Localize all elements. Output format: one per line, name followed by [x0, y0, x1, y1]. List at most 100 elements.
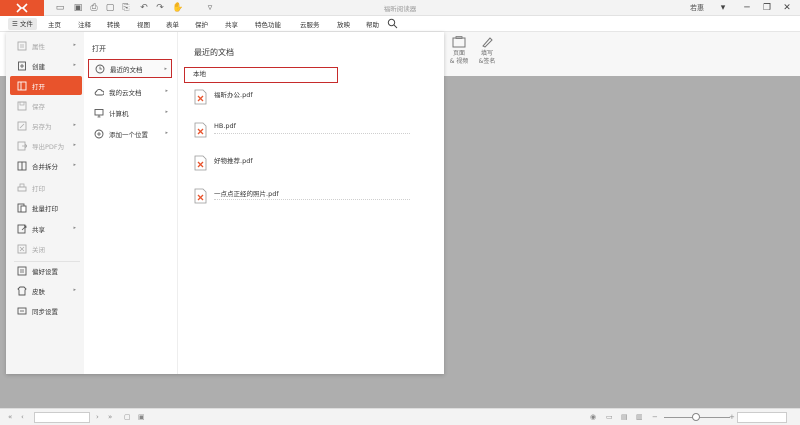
minimize-icon[interactable]: ─ [740, 1, 754, 15]
zoom-in-icon[interactable]: + [729, 413, 735, 421]
eye-icon[interactable]: ◉ [590, 413, 596, 421]
file-menu-batch-print[interactable]: 批量打印 [10, 198, 82, 217]
clock-icon [95, 64, 105, 73]
foxit-logo-icon [16, 3, 28, 13]
open-recent-documents[interactable]: 最近的文档 ▸ [88, 59, 172, 78]
skin-icon [17, 286, 27, 295]
chevron-right-icon: ▸ [73, 225, 76, 231]
export-icon[interactable]: ⎘ [120, 2, 132, 14]
page-video-button[interactable]: 页面 & 视频 [446, 36, 472, 66]
file-menu-close[interactable]: 关闭 [10, 239, 82, 258]
file-menu-export-pdf[interactable]: 导出PDF为 ▸ [10, 136, 82, 155]
doc-name: 一点点正经的照片.pdf [214, 190, 279, 198]
hand-tool-icon[interactable]: ✋ [172, 2, 184, 14]
menu-cloud[interactable]: 云服务 [300, 19, 320, 29]
doc-name: HB.pdf [214, 122, 236, 130]
reflow-icon[interactable]: ▥ [636, 413, 643, 421]
fit-width-icon[interactable]: ▤ [621, 413, 628, 421]
chevron-right-icon: ▸ [73, 142, 76, 148]
save-as-icon [17, 121, 27, 130]
menu-view[interactable]: 视图 [137, 19, 150, 29]
open-my-cloud[interactable]: 我的云文档 ▸ [88, 82, 172, 101]
search-icon[interactable] [387, 18, 398, 29]
zoom-level-input[interactable] [737, 412, 787, 423]
close-icon [17, 244, 27, 253]
menu-convert[interactable]: 转换 [107, 19, 120, 29]
undo-icon[interactable]: ↶ [138, 2, 150, 14]
recent-doc-item[interactable]: 好物推荐.pdf [194, 155, 434, 181]
file-menu-properties[interactable]: 属性 ▸ [10, 36, 82, 55]
menu-share[interactable]: 共享 [225, 19, 238, 29]
recent-doc-item[interactable]: 福昕办公.pdf [194, 89, 434, 115]
redo-icon[interactable]: ↷ [154, 2, 166, 14]
chevron-right-icon: ▸ [73, 42, 76, 48]
folder-open-icon[interactable]: ▭ [54, 2, 66, 14]
file-menu-skin[interactable]: 皮肤 ▸ [10, 281, 82, 300]
open-computer[interactable]: 计算机 ▸ [88, 103, 172, 122]
open-submenu: 打开 最近的文档 ▸ 我的云文档 ▸ 计算机 ▸ 添加一个位置 ▸ [84, 32, 178, 374]
file-menu-create[interactable]: 创建 ▸ [10, 56, 82, 75]
file-menu-label: 同步设置 [32, 307, 58, 316]
first-page-icon[interactable]: « [8, 413, 12, 421]
open-heading: 打开 [92, 45, 106, 53]
print-icon [17, 183, 27, 191]
fit-page-icon[interactable]: ▭ [606, 413, 613, 421]
recent-doc-item[interactable]: HB.pdf [194, 122, 434, 148]
menu-home[interactable]: 主页 [48, 19, 61, 29]
new-file-icon[interactable]: ▢ [104, 2, 116, 14]
merge-split-icon [17, 161, 27, 170]
restore-icon[interactable]: ❐ [760, 1, 774, 15]
last-page-icon[interactable]: » [108, 413, 112, 421]
title-bar: ▭ ▣ ⎙ ▢ ⎘ ↶ ↷ ✋ ▿ 福昕阅读器 若惠 ▾ ─ ❐ ✕ [0, 0, 800, 16]
app-logo[interactable] [0, 0, 44, 16]
menu-protect[interactable]: 保护 [195, 19, 208, 29]
chevron-right-icon: ▸ [165, 130, 168, 136]
tab-local[interactable]: 本地 [184, 67, 338, 83]
zoom-out-icon[interactable]: − [652, 413, 658, 421]
file-menu-sync[interactable]: 同步设置 [10, 301, 82, 320]
file-menu-preferences[interactable]: 偏好设置 [10, 261, 82, 280]
menu-features[interactable]: 特色功能 [255, 19, 281, 29]
doc-name: 福昕办公.pdf [214, 91, 253, 99]
pen-icon [482, 37, 493, 48]
chevron-right-icon: ▸ [164, 66, 167, 72]
file-menu-label: 皮肤 [32, 287, 45, 296]
recent-title: 最近的文档 [194, 48, 234, 57]
zoom-slider-thumb[interactable] [692, 413, 700, 421]
print-icon[interactable]: ⎙ [88, 2, 100, 14]
menu-comment[interactable]: 注释 [78, 19, 91, 29]
file-menu-save-as[interactable]: 另存为 ▸ [10, 116, 82, 135]
pdf-file-icon [194, 122, 207, 138]
file-menu-merge-split[interactable]: 合并拆分 ▸ [10, 156, 82, 175]
pdf-file-icon [194, 89, 207, 105]
next-page-icon[interactable]: › [96, 413, 99, 421]
file-menu-label: 打开 [32, 82, 45, 91]
doc-name: 好物推荐.pdf [214, 157, 253, 165]
menu-help[interactable]: 帮助 [366, 19, 379, 29]
open-add-location[interactable]: 添加一个位置 ▸ [88, 124, 172, 143]
file-left-menu: 属性 ▸ 创建 ▸ 打开 保存 另存为 ▸ 导出PDF为 ▸ 合并拆分 ▸ 打印… [6, 32, 84, 374]
save-icon[interactable]: ▣ [72, 2, 84, 14]
chevron-right-icon: ▸ [73, 122, 76, 128]
customize-dropdown-icon[interactable]: ▿ [204, 2, 216, 14]
account-dropdown-icon[interactable]: ▾ [716, 1, 730, 15]
page-video-icon [452, 36, 466, 48]
file-menu-save[interactable]: 保存 [10, 96, 82, 115]
user-name[interactable]: 若惠 [690, 3, 704, 13]
file-menu-print[interactable]: 打印 [10, 178, 82, 197]
previous-page-icon[interactable]: ‹ [21, 413, 24, 421]
close-window-icon[interactable]: ✕ [780, 1, 794, 15]
page-number-input[interactable] [34, 412, 90, 423]
file-menu-open[interactable]: 打开 [10, 76, 82, 95]
file-menu-button[interactable]: ☰ 文件 [8, 18, 37, 30]
file-menu-share[interactable]: 共享 ▸ [10, 219, 82, 238]
computer-icon [94, 108, 104, 117]
recent-doc-item[interactable]: 一点点正经的照片.pdf [194, 188, 434, 214]
single-page-icon[interactable]: ▢ [124, 413, 131, 421]
two-page-icon[interactable]: ▣ [138, 413, 145, 421]
fill-sign-button[interactable]: 填写 &签名 [474, 36, 500, 66]
menu-slideshow[interactable]: 放映 [337, 19, 350, 29]
menu-form[interactable]: 表单 [166, 19, 179, 29]
file-menu-label: 属性 [32, 42, 45, 51]
chevron-right-icon: ▸ [165, 109, 168, 115]
